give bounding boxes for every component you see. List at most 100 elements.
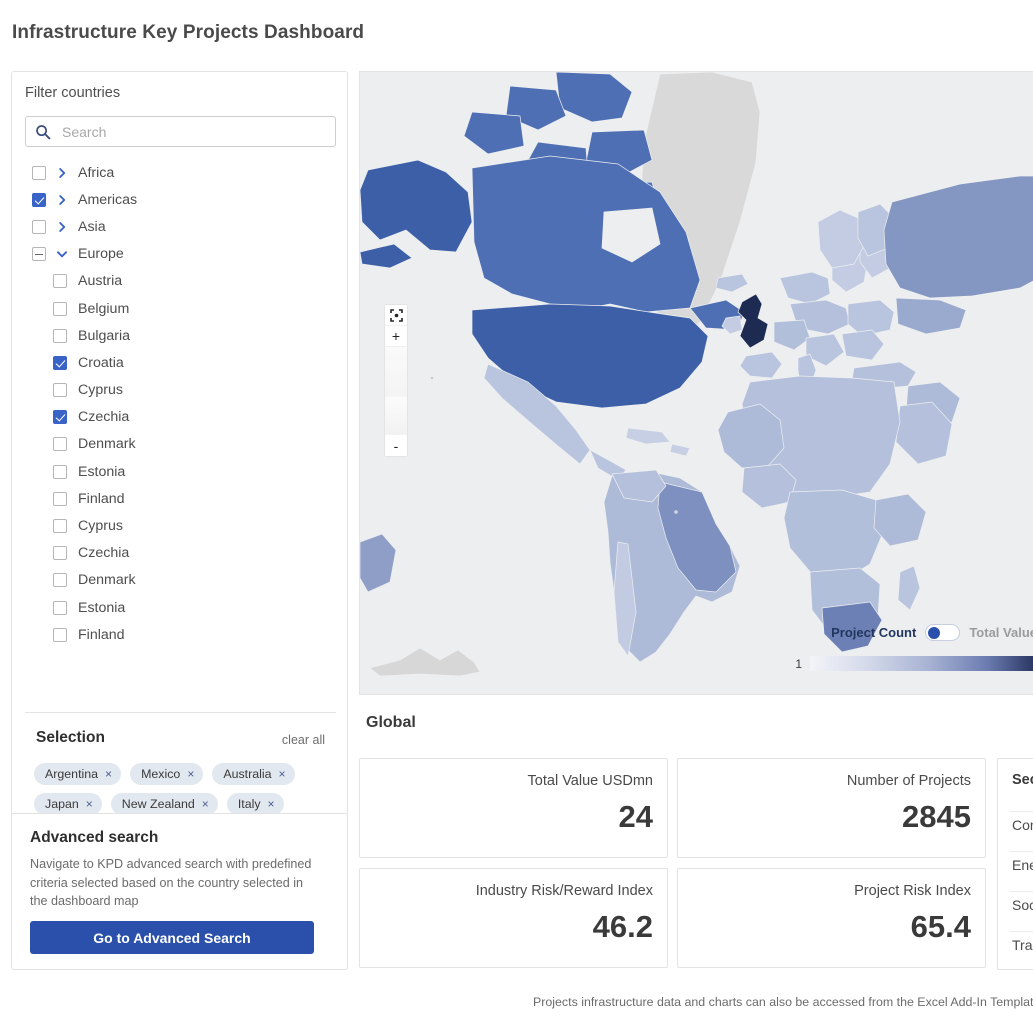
selection-chip[interactable]: Argentina × (34, 763, 122, 785)
legend-min-value: 1 (795, 656, 802, 671)
chip-remove-icon[interactable]: × (268, 798, 275, 810)
clear-all-button[interactable]: clear all (282, 733, 325, 747)
chip-remove-icon[interactable]: × (279, 768, 286, 780)
tree-item-czechia[interactable]: Czechia (12, 404, 349, 431)
tree-item-europe[interactable]: Europe (12, 241, 349, 268)
sector-breakdown-card: Sector Construction Energy Social Transp… (997, 758, 1033, 970)
tree-item-label: Estonia (78, 599, 126, 616)
world-map[interactable]: + - Project Count Total Value 1 (359, 71, 1033, 695)
tree-item-bulgaria[interactable]: Bulgaria (12, 322, 349, 349)
tree-item-label: Finland (78, 490, 125, 507)
chip-remove-icon[interactable]: × (105, 768, 112, 780)
checkbox-estonia[interactable] (53, 464, 67, 479)
checkbox-austria[interactable] (53, 274, 67, 289)
tree-item-label: Finland (78, 626, 125, 643)
checkbox-cyprus[interactable] (53, 383, 67, 398)
search-input[interactable] (60, 122, 315, 141)
chip-remove-icon[interactable]: × (202, 798, 209, 810)
kpi-card-industry-risk-reward-index: Industry Risk/Reward Index 46.2 (359, 868, 668, 968)
tree-item-label: Austria (78, 273, 123, 290)
selection-chip[interactable]: New Zealand × (110, 793, 218, 816)
sector-row-social[interactable]: Social (1012, 897, 1033, 913)
checkbox-cyprus[interactable] (53, 519, 67, 534)
go-to-advanced-search-button[interactable]: Go to Advanced Search (30, 921, 314, 954)
tree-item-finland[interactable]: Finland (12, 621, 349, 648)
checkbox-czechia[interactable] (53, 546, 67, 561)
chip-remove-icon[interactable]: × (86, 798, 93, 810)
legend-label-total-value: Total Value (969, 625, 1033, 640)
selection-chip-label: New Zealand (121, 797, 195, 812)
checkbox-croatia[interactable] (53, 355, 67, 370)
chevron-right-icon[interactable] (55, 166, 69, 180)
advanced-search-description: Navigate to KPD advanced search with pre… (30, 857, 312, 909)
map-zoom-controls[interactable]: + - (385, 305, 407, 456)
checkbox-denmark[interactable] (53, 573, 67, 588)
sector-divider (1010, 931, 1033, 932)
selection-chip[interactable]: Mexico × (130, 763, 204, 785)
sector-row-transport[interactable]: Transport (1012, 937, 1033, 953)
legend-metric-toggle[interactable]: Project Count Total Value (831, 624, 1033, 641)
checkbox-americas[interactable] (32, 192, 46, 207)
tree-item-finland[interactable]: Finland (12, 485, 349, 512)
tree-item-asia[interactable]: Asia (12, 213, 349, 240)
tree-item-label: Cyprus (78, 382, 123, 399)
selection-chip[interactable]: Australia × (212, 763, 295, 785)
chevron-down-icon[interactable] (55, 247, 69, 261)
checkbox-estonia[interactable] (53, 600, 67, 615)
checkbox-asia[interactable] (32, 219, 46, 234)
sector-divider (1010, 811, 1033, 812)
checkbox-belgium[interactable] (53, 301, 67, 316)
checkbox-africa[interactable] (32, 165, 46, 180)
tree-item-africa[interactable]: Africa (12, 159, 349, 186)
tree-item-label: Americas (78, 191, 138, 208)
selection-chip[interactable]: Japan × (34, 793, 102, 816)
sector-row-energy[interactable]: Energy (1012, 857, 1033, 873)
tree-item-belgium[interactable]: Belgium (12, 295, 349, 322)
tree-item-label: Czechia (78, 545, 130, 562)
chevron-right-icon[interactable] (55, 193, 69, 207)
tree-item-denmark[interactable]: Denmark (12, 567, 349, 594)
checkbox-czechia[interactable] (53, 410, 67, 425)
tree-item-americas[interactable]: Americas (12, 186, 349, 213)
selection-chip-label: Australia (223, 767, 272, 781)
chip-remove-icon[interactable]: × (187, 768, 194, 780)
tree-item-croatia[interactable]: Croatia (12, 349, 349, 376)
kpi-value: 2845 (902, 799, 971, 834)
selection-chip[interactable]: Italy × (226, 793, 284, 816)
tree-item-denmark[interactable]: Denmark (12, 431, 349, 458)
checkbox-europe[interactable] (32, 247, 46, 262)
kpi-card-project-risk-index: Project Risk Index 65.4 (677, 868, 986, 968)
toggle-knob (928, 626, 941, 639)
sector-row-construction[interactable]: Construction (1012, 817, 1033, 833)
tree-item-austria[interactable]: Austria (12, 268, 349, 295)
selection-chip-label: Japan (45, 797, 79, 812)
kpi-label: Total Value USDmn (527, 773, 653, 789)
tree-item-label: Belgium (78, 300, 130, 317)
map-graphic[interactable] (360, 72, 1033, 695)
legend-color-scale (810, 656, 1033, 671)
zoom-out-button[interactable]: - (385, 435, 407, 456)
dashboard-root: Infrastructure Key Projects Dashboard Fi… (0, 0, 1033, 1033)
reset-view-button[interactable] (385, 305, 407, 326)
checkbox-finland[interactable] (53, 627, 67, 642)
tree-item-czechia[interactable]: Czechia (12, 540, 349, 567)
tree-item-estonia[interactable]: Estonia (12, 594, 349, 621)
tree-item-label: Denmark (78, 572, 136, 589)
selection-title: Selection (36, 729, 105, 746)
tree-item-estonia[interactable]: Estonia (12, 458, 349, 485)
zoom-in-button[interactable]: + (385, 326, 407, 347)
checkbox-bulgaria[interactable] (53, 328, 67, 343)
checkbox-finland[interactable] (53, 491, 67, 506)
checkbox-denmark[interactable] (53, 437, 67, 452)
tree-item-cyprus[interactable]: Cyprus (12, 512, 349, 539)
tree-item-label: Europe (78, 246, 124, 263)
zoom-slider-track[interactable] (385, 347, 407, 435)
tree-item-cyprus[interactable]: Cyprus (12, 377, 349, 404)
kpi-card-total-value: Total Value USDmn 24 (359, 758, 668, 858)
sector-divider (1010, 851, 1033, 852)
search-box[interactable] (25, 116, 336, 147)
chevron-right-icon[interactable] (55, 220, 69, 234)
kpi-value: 65.4 (910, 909, 971, 944)
selection-divider (25, 712, 336, 713)
metric-toggle-switch[interactable] (925, 624, 961, 641)
